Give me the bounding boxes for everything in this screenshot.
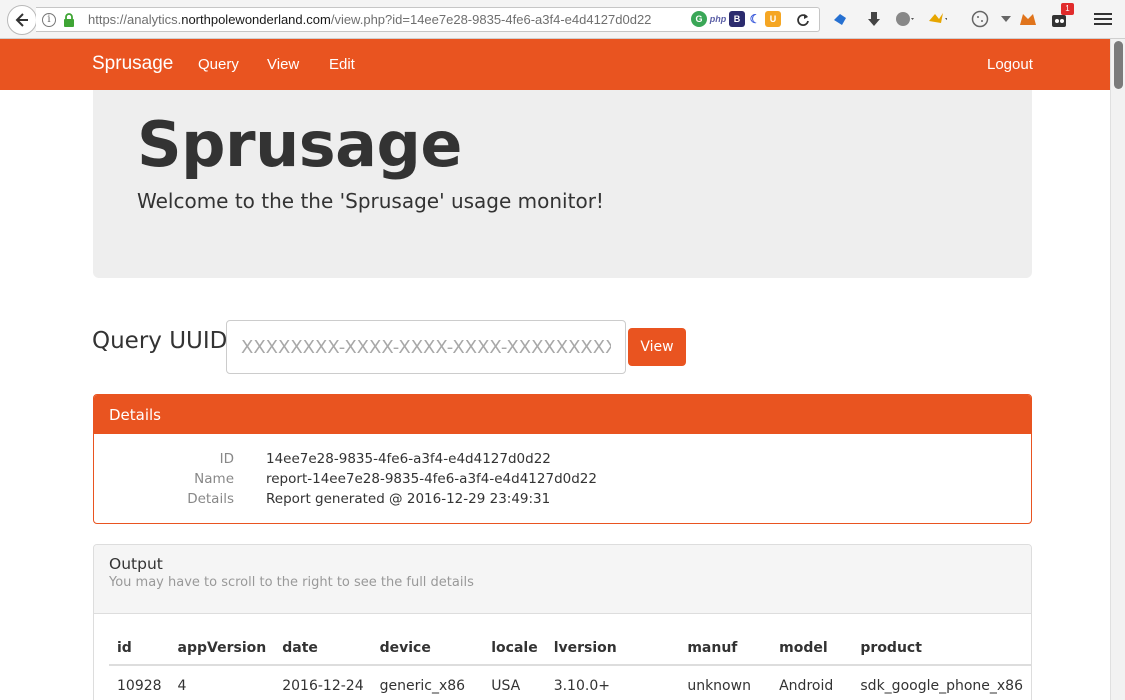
table-cell-lversion: 3.10.0+ xyxy=(553,677,610,694)
detail-value: report-14ee7e28-9835-4fe6-a3f4-e4d4127d0… xyxy=(266,471,597,487)
table-cell-model: Android xyxy=(779,677,834,694)
page-scrollbar[interactable] xyxy=(1110,39,1125,700)
detail-value: Report generated @ 2016-12-29 23:49:31 xyxy=(266,491,551,507)
url-text: https://analytics.northpolewonderland.co… xyxy=(88,12,651,27)
download-icon[interactable] xyxy=(864,9,884,29)
table-cell-product: sdk_google_phone_x86 xyxy=(860,677,1023,694)
output-table: id appVersion date device locale lversio… xyxy=(109,631,1031,700)
shield-icon[interactable]: U xyxy=(765,11,781,27)
globe-icon[interactable] xyxy=(895,9,915,29)
detail-row-name: Name report-14ee7e28-9835-4fe6-a3f4-e4d4… xyxy=(94,471,1031,491)
table-cell-date: 2016-12-24 xyxy=(282,677,364,694)
info-icon[interactable]: i xyxy=(42,13,56,27)
firebug-icon[interactable] xyxy=(1018,9,1038,29)
pocket-icon[interactable] xyxy=(830,9,850,29)
url-path: /view.php?id=14ee7e28-9835-4fe6-a3f4-e4d… xyxy=(330,12,652,27)
page-title: Sprusage xyxy=(137,108,462,181)
output-heading: Output You may have to scroll to the rig… xyxy=(94,545,1031,614)
query-uuid-label: Query UUID xyxy=(92,328,228,354)
column-header-date: date xyxy=(274,631,372,666)
navbar: Sprusage Query View Edit Logout xyxy=(0,39,1110,90)
detail-value: 14ee7e28-9835-4fe6-a3f4-e4d4127d0d22 xyxy=(266,451,551,467)
chevron-down-icon[interactable] xyxy=(996,9,1016,29)
view-button[interactable]: View xyxy=(628,328,686,366)
detail-row-details: Details Report generated @ 2016-12-29 23… xyxy=(94,491,1031,511)
moon-icon[interactable]: ☾ xyxy=(747,11,763,27)
lock-icon xyxy=(64,13,74,27)
column-header-model: model xyxy=(771,631,853,666)
jumbotron: Sprusage Welcome to the the 'Sprusage' u… xyxy=(93,90,1032,278)
detail-key: Name xyxy=(194,471,234,487)
detail-key: ID xyxy=(219,451,234,467)
back-arrow-icon xyxy=(15,13,28,27)
bootstrap-icon[interactable]: B xyxy=(729,11,745,27)
table-cell-device: generic_x86 xyxy=(379,677,466,694)
column-header-manuf: manuf xyxy=(679,631,772,666)
column-header-id: id xyxy=(109,631,170,666)
nav-link-logout[interactable]: Logout xyxy=(987,56,1033,73)
url-bar[interactable]: i https://analytics.northpolewonderland.… xyxy=(36,7,820,32)
back-button[interactable] xyxy=(7,5,37,35)
uuid-input[interactable] xyxy=(226,320,626,374)
reload-icon[interactable] xyxy=(796,13,810,27)
welcome-message: Welcome to the the 'Sprusage' usage moni… xyxy=(137,189,604,213)
column-header-lversion: lversion xyxy=(545,631,680,666)
detail-row-id: ID 14ee7e28-9835-4fe6-a3f4-e4d4127d0d22 xyxy=(94,451,1031,471)
nav-link-query[interactable]: Query xyxy=(198,56,239,73)
table-header-row: id appVersion date device locale lversio… xyxy=(109,631,1031,666)
scrollbar-thumb[interactable] xyxy=(1114,41,1123,89)
navbar-brand[interactable]: Sprusage xyxy=(92,53,173,75)
grammarly-icon[interactable]: G xyxy=(691,11,707,27)
browser-toolbar: i https://analytics.northpolewonderland.… xyxy=(0,0,1125,39)
table-row: 10928 4 2016-12-24 generic_x86 USA 3.10.… xyxy=(109,665,1031,700)
detail-key: Details xyxy=(187,491,234,507)
table-cell-appversion: 4 xyxy=(177,677,187,694)
details-heading: Details xyxy=(94,395,1031,434)
url-extension-icons: G php B ☾ U xyxy=(691,11,781,27)
hamburger-menu-icon[interactable] xyxy=(1093,9,1113,29)
php-icon[interactable]: php xyxy=(709,11,727,27)
tampermonkey-icon[interactable] xyxy=(927,9,947,29)
table-cell-id: 10928 xyxy=(117,677,162,694)
column-header-locale: locale xyxy=(483,631,546,666)
table-cell-manuf: unknown xyxy=(687,677,751,694)
output-panel[interactable]: Output You may have to scroll to the rig… xyxy=(93,544,1032,700)
cookie-icon[interactable] xyxy=(971,9,991,29)
column-header-device: device xyxy=(371,631,484,666)
nav-link-edit[interactable]: Edit xyxy=(329,56,355,73)
output-subtitle: You may have to scroll to the right to s… xyxy=(109,575,474,590)
url-prefix: https://analytics. xyxy=(88,12,182,27)
notification-badge: 1 xyxy=(1061,3,1074,15)
url-domain: northpolewonderland.com xyxy=(181,12,331,27)
column-header-product: product xyxy=(852,631,1031,666)
output-title: Output xyxy=(109,555,163,573)
column-header-appversion: appVersion xyxy=(169,631,275,666)
details-panel: Details ID 14ee7e28-9835-4fe6-a3f4-e4d41… xyxy=(93,394,1032,524)
table-cell-locale: USA xyxy=(491,677,521,694)
nav-link-view[interactable]: View xyxy=(267,56,299,73)
